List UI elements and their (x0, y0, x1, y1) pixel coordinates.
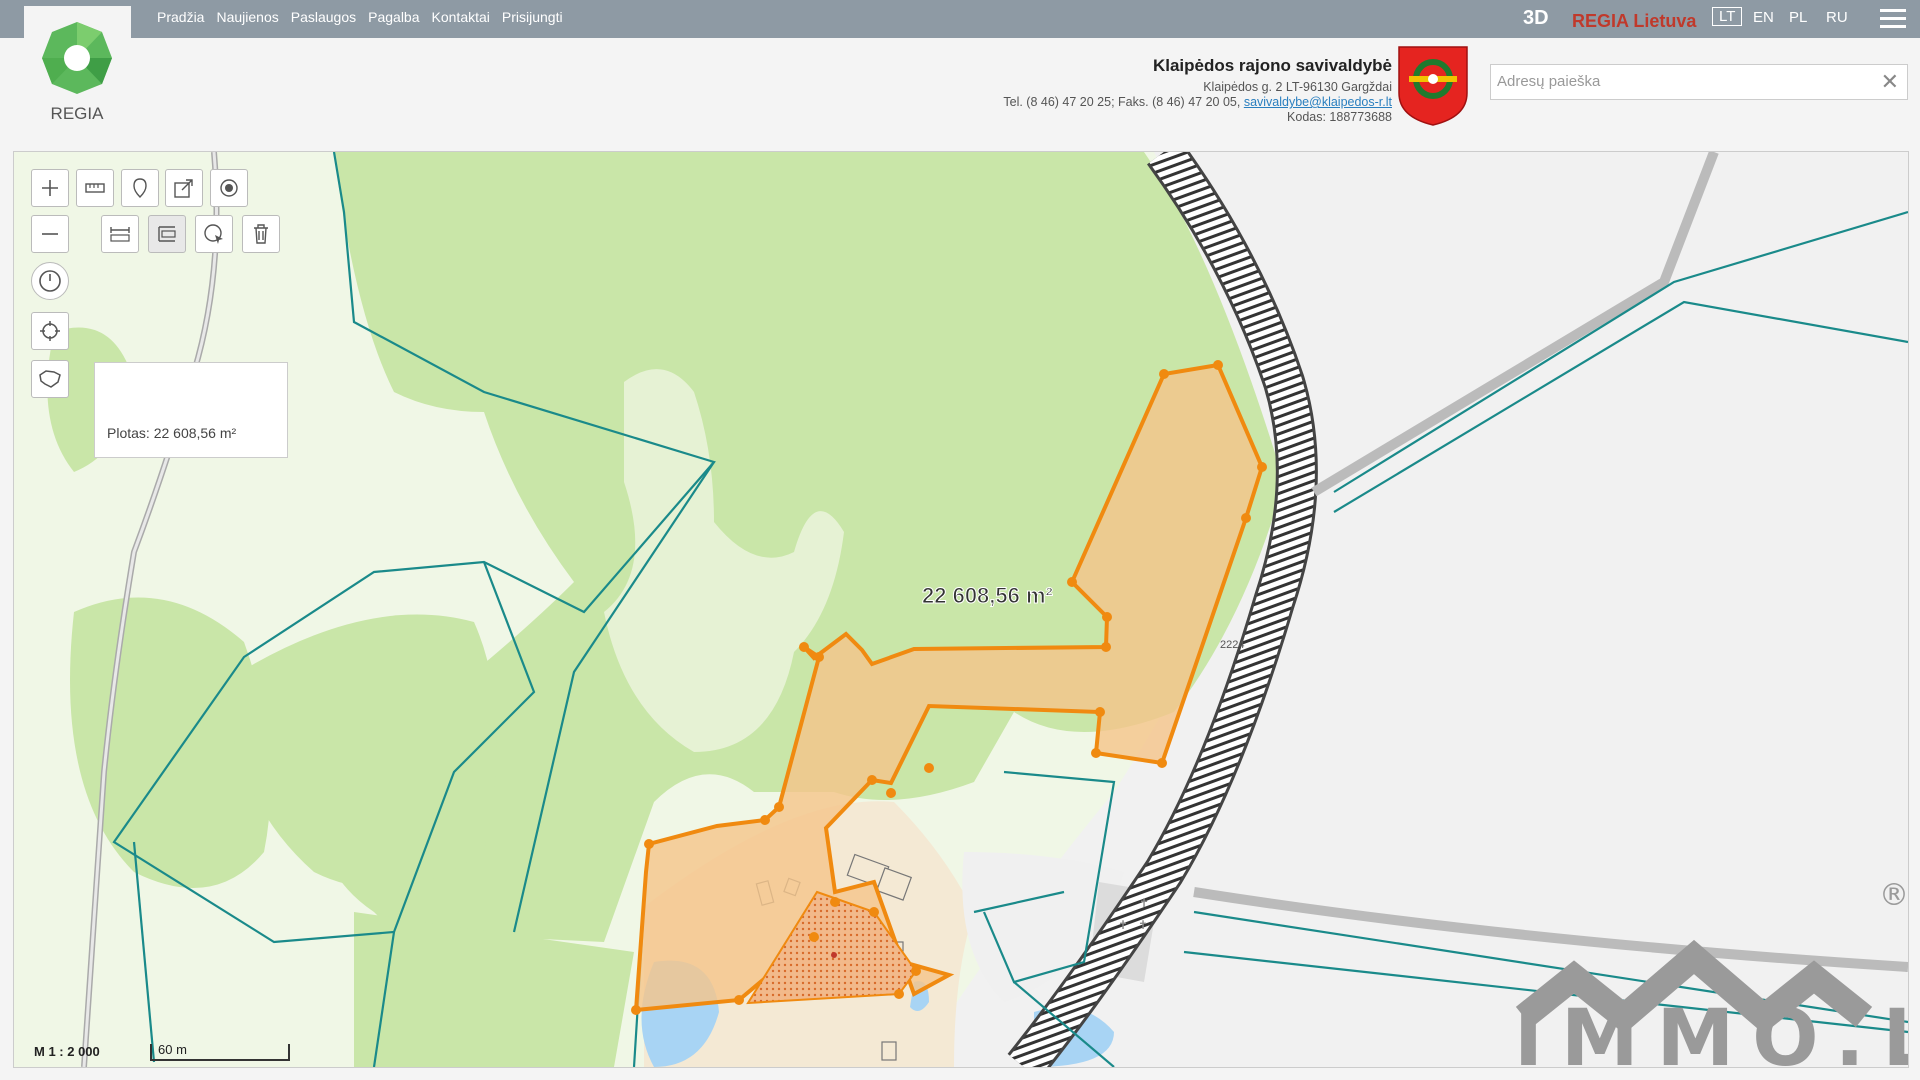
measure-distance-button[interactable] (101, 215, 139, 253)
clear-search-icon[interactable]: ✕ (1881, 69, 1899, 95)
minus-icon (42, 233, 58, 235)
measure-tool-button[interactable] (76, 169, 114, 207)
main-nav: Pradžia Naujienos Paslaugos Pagalba Kont… (157, 9, 563, 25)
map-pin-icon (133, 178, 147, 198)
regia-logo-icon: REGIA (42, 22, 112, 123)
org-email-link[interactable]: savivaldybe@klaipedos-r.lt (1244, 95, 1392, 109)
scale-ratio: M 1 : 2 000 (34, 1044, 100, 1059)
org-address: Klaipėdos g. 2 LT-96130 Gargždai (1203, 80, 1392, 94)
lang-lt[interactable]: LT (1712, 7, 1743, 26)
address-point-icon (831, 952, 837, 958)
lang-ru[interactable]: RU (1826, 9, 1848, 26)
org-code: Kodas: 188773688 (1287, 110, 1392, 124)
cross-icon: ✝ (1139, 896, 1149, 910)
distance-ruler-icon (110, 227, 130, 242)
coat-of-arms-icon (1398, 46, 1468, 126)
history-button[interactable] (31, 262, 69, 300)
measure-area-button[interactable] (148, 215, 186, 253)
address-search: ✕ (1490, 64, 1908, 100)
nav-item-naujienos[interactable]: Naujienos (216, 9, 278, 25)
radio-target-icon (220, 179, 238, 197)
crosshair-icon (40, 321, 60, 341)
measure-panel: Plotas: 22 608,56 m² (94, 362, 288, 458)
share-button[interactable] (165, 169, 203, 207)
menu-icon[interactable] (1880, 9, 1906, 29)
logo[interactable]: REGIA (24, 6, 131, 128)
measure-area-text: Plotas: 22 608,56 m² (107, 425, 237, 441)
rail-code-label: 2224 (1220, 639, 1244, 651)
nav-item-pradzia[interactable]: Pradžia (157, 9, 204, 25)
scale-bar-label: 60 m (158, 1042, 187, 1057)
nav-item-paslaugos[interactable]: Paslaugos (291, 9, 356, 25)
lithuania-map-icon (39, 370, 61, 388)
globe-cursor-icon (204, 224, 223, 244)
map-canvas[interactable]: ✝ ✝ ✝ 2224 22 608,56 m² Plotas: 22 608,5… (13, 151, 1909, 1068)
registered-mark: ® (1879, 878, 1909, 913)
org-phones: Tel. (8 46) 47 20 25; Faks. (8 46) 47 20… (1003, 95, 1241, 109)
nav-item-pagalba[interactable]: Pagalba (368, 9, 419, 25)
zoom-in-button[interactable] (31, 169, 69, 207)
nav-item-prisijungti[interactable]: Prisijungti (502, 9, 563, 25)
watermark-text: IMMO.LT (1514, 994, 1908, 1068)
nav-item-kontaktai[interactable]: Kontaktai (432, 9, 490, 25)
zoom-out-button[interactable] (31, 215, 69, 253)
plus-icon (42, 180, 58, 196)
record-button[interactable] (210, 169, 248, 207)
lithuania-extent-button[interactable] (31, 360, 69, 398)
lang-pl[interactable]: PL (1789, 9, 1807, 26)
area-ruler-icon (158, 226, 176, 242)
scale-bar: 60 m (150, 1042, 290, 1061)
share-icon (174, 179, 193, 198)
trash-icon (254, 224, 268, 244)
select-measure-button[interactable] (195, 215, 233, 253)
address-search-input[interactable] (1491, 65, 1873, 97)
measured-area-label: 22 608,56 m² (922, 583, 1054, 609)
logo-text: REGIA (51, 104, 105, 123)
org-name: Klaipėdos rajono savivaldybė (1152, 56, 1392, 75)
clock-icon (39, 270, 61, 292)
3d-button[interactable]: 3D (1523, 7, 1549, 30)
place-marker-button[interactable] (121, 169, 159, 207)
cross-icon: ✝ (1138, 918, 1148, 932)
lang-en[interactable]: EN (1753, 9, 1774, 26)
organization-info: Klaipėdos rajono savivaldybė Klaipėdos g… (1003, 56, 1392, 125)
ruler-icon (85, 183, 105, 193)
cross-icon: ✝ (1118, 918, 1128, 932)
locate-button[interactable] (31, 312, 69, 350)
delete-measure-button[interactable] (242, 215, 280, 253)
regia-lietuva-link[interactable]: REGIA Lietuva (1572, 11, 1696, 32)
